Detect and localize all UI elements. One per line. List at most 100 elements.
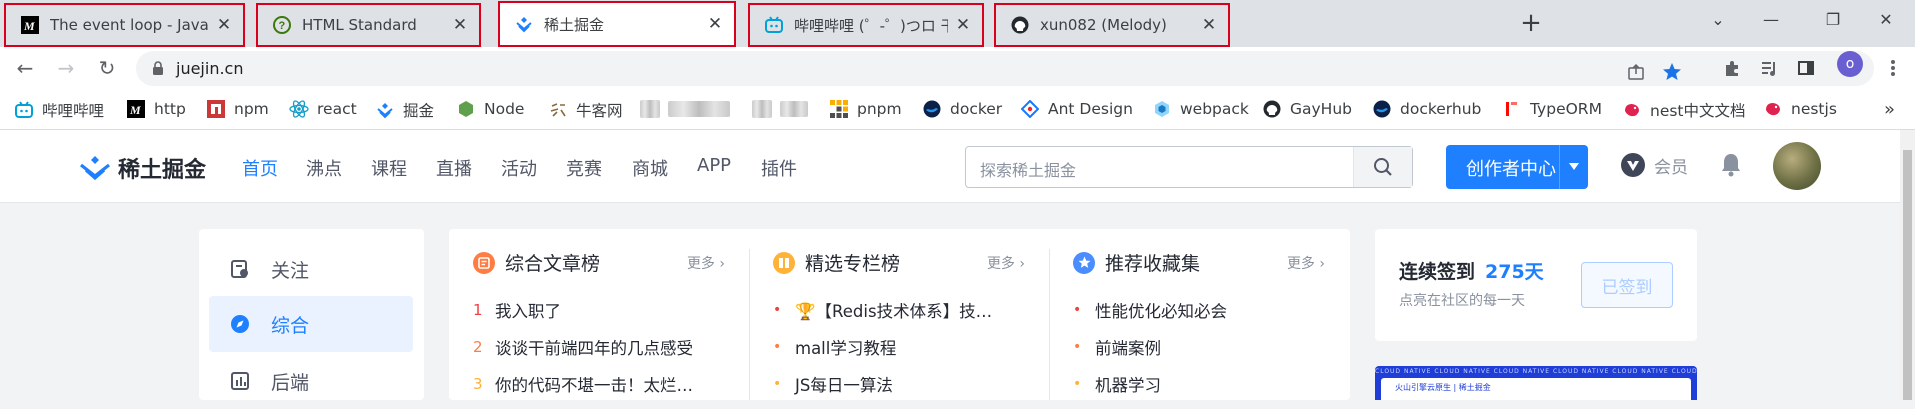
tab-html-standard[interactable]: ? HTML Standard ✕: [256, 3, 481, 47]
bookmark-react[interactable]: react: [289, 99, 357, 119]
bookmark-http[interactable]: M http: [126, 99, 186, 119]
user-avatar[interactable]: [1773, 142, 1821, 190]
bookmark-label: GayHub: [1290, 100, 1352, 118]
vip-link[interactable]: 会员: [1620, 152, 1688, 178]
nav-live[interactable]: 直播: [436, 155, 472, 181]
promo-banner[interactable]: CLOUD NATIVE CLOUD NATIVE CLOUD NATIVE C…: [1375, 366, 1697, 400]
back-icon[interactable]: ←: [10, 53, 40, 83]
site-logo[interactable]: 稀土掘金: [78, 152, 206, 184]
rank-bullet-icon: •: [773, 302, 782, 318]
share-icon[interactable]: [1624, 60, 1648, 84]
more-label: 更多: [986, 256, 1015, 272]
bookmark-typeorm[interactable]: TypeORM: [1502, 99, 1602, 119]
forward-icon[interactable]: →: [51, 53, 81, 83]
new-tab-button[interactable]: +: [1516, 8, 1546, 38]
more-label: 更多: [686, 256, 715, 272]
chevron-down-icon[interactable]: [1559, 145, 1588, 189]
star-icon: [1073, 251, 1095, 274]
collection-rank-more-link[interactable]: 更多 ›: [1287, 253, 1325, 273]
nav-app[interactable]: APP: [697, 155, 731, 176]
profile-avatar[interactable]: o: [1837, 51, 1863, 77]
media-control-icon[interactable]: [1757, 56, 1781, 80]
bookmark-dockerhub[interactable]: dockerhub: [1372, 99, 1481, 119]
side-panel-icon[interactable]: [1794, 56, 1818, 80]
more-menu-icon[interactable]: [1881, 56, 1905, 80]
bookmark-npm[interactable]: npm: [206, 99, 269, 119]
nav-events[interactable]: 活动: [501, 155, 537, 181]
bookmark-antd[interactable]: Ant Design: [1020, 99, 1133, 119]
close-icon[interactable]: ✕: [451, 15, 469, 35]
sidebar-item-follow[interactable]: 关注: [209, 241, 413, 297]
rank-item[interactable]: 3 你的代码不堪一击！太烂…: [473, 372, 693, 396]
scrollbar-thumb[interactable]: [1903, 150, 1912, 400]
column-rank-more-link[interactable]: 更多 ›: [987, 253, 1025, 273]
close-icon[interactable]: ✕: [215, 15, 233, 35]
article-rank-title: 综合文章榜: [473, 249, 600, 276]
bookmark-nowcoder[interactable]: 牛客网: [548, 99, 623, 121]
antd-icon: [1020, 99, 1040, 119]
close-icon[interactable]: ✕: [1200, 15, 1218, 35]
rank-item-text: mall学习教程: [795, 339, 897, 358]
search-input[interactable]: 探索稀土掘金: [965, 146, 1413, 188]
tab-juejin[interactable]: 稀土掘金 ✕: [498, 1, 736, 47]
rank-item[interactable]: • JS每日一算法: [773, 372, 893, 396]
bookmark-webpack[interactable]: webpack: [1152, 99, 1249, 119]
bookmark-pnpm[interactable]: pnpm: [829, 99, 902, 119]
bookmark-nestjs[interactable]: nestjs: [1763, 99, 1837, 119]
minimize-icon[interactable]: —: [1747, 0, 1795, 38]
rank-item[interactable]: 2 谈谈干前端四年的几点感受: [473, 335, 693, 359]
close-icon[interactable]: ✕: [954, 15, 972, 35]
bookmark-bilibili[interactable]: 哔哩哔哩: [14, 99, 104, 121]
bookmark-juejin[interactable]: 掘金: [375, 99, 434, 121]
bookmark-blurred-1[interactable]: [640, 99, 730, 119]
article-rank-more-link[interactable]: 更多 ›: [687, 253, 725, 273]
close-window-icon[interactable]: ✕: [1862, 0, 1910, 38]
rank-item[interactable]: • 前端案例: [1073, 335, 1161, 359]
nav-courses[interactable]: 课程: [371, 155, 407, 181]
bookmark-gayhub[interactable]: GayHub: [1262, 99, 1352, 119]
docker-icon: [1372, 99, 1392, 119]
page-scrollbar[interactable]: [1900, 130, 1915, 400]
bookmark-label: docker: [950, 100, 1003, 118]
rank-item-text: JS每日一算法: [795, 376, 893, 395]
bookmark-blurred-2[interactable]: [752, 99, 808, 119]
bookmark-node[interactable]: Node: [456, 99, 524, 119]
bookmarks-overflow-button[interactable]: »: [1884, 99, 1895, 120]
creator-center-button[interactable]: 创作者中心: [1446, 145, 1588, 189]
restore-icon[interactable]: ❐: [1809, 0, 1857, 38]
tab-bilibili[interactable]: 哔哩哔哩 (゜-゜)つロ 干杯~-bilibili ✕: [748, 3, 984, 47]
sidebar-item-backend[interactable]: 后端: [209, 353, 413, 409]
bookmark-nest-cn[interactable]: nest中文文档: [1622, 99, 1746, 121]
github-icon: [1262, 99, 1282, 119]
bookmark-label: Ant Design: [1048, 100, 1133, 118]
nav-mall[interactable]: 商城: [632, 155, 668, 181]
search-button[interactable]: [1353, 147, 1412, 187]
address-bar[interactable]: juejin.cn: [136, 51, 1874, 86]
pnpm-icon: [829, 99, 849, 119]
bookmark-star-icon[interactable]: [1660, 60, 1684, 84]
nav-pins[interactable]: 沸点: [306, 155, 342, 181]
bilibili-icon: [764, 15, 784, 35]
nav-plugins[interactable]: 插件: [761, 155, 797, 181]
tab-mdn[interactable]: M The event loop - JavaScript | MDN ✕: [4, 3, 245, 47]
notification-bell-icon[interactable]: [1720, 152, 1742, 182]
rank-item[interactable]: • mall学习教程: [773, 335, 896, 359]
extensions-icon[interactable]: [1720, 56, 1744, 80]
rank-item[interactable]: 1 我入职了: [473, 298, 561, 322]
rank-item[interactable]: • 机器学习: [1073, 372, 1161, 396]
close-icon[interactable]: ✕: [706, 14, 724, 34]
sidebar-item-recommended[interactable]: 综合: [209, 296, 413, 352]
reload-icon[interactable]: ↻: [92, 53, 122, 83]
nav-home[interactable]: 首页: [242, 155, 278, 181]
rank-item[interactable]: • 性能优化必知必会: [1073, 298, 1227, 322]
rank-item-text: 🏆【Redis技术体系】技…: [795, 302, 993, 321]
rank-item[interactable]: • 🏆【Redis技术体系】技…: [773, 298, 992, 322]
signed-in-button[interactable]: 已签到: [1581, 262, 1673, 308]
column-rank-title: 精选专栏榜: [773, 249, 900, 276]
rank-bullet-icon: •: [1073, 339, 1082, 355]
nav-competitions[interactable]: 竞赛: [566, 155, 602, 181]
tab-search-icon[interactable]: ⌄: [1694, 0, 1742, 38]
tab-github[interactable]: xun082 (Melody) ✕: [994, 3, 1230, 47]
sidebar-item-label: 后端: [271, 371, 310, 394]
bookmark-docker[interactable]: docker: [922, 99, 1002, 119]
